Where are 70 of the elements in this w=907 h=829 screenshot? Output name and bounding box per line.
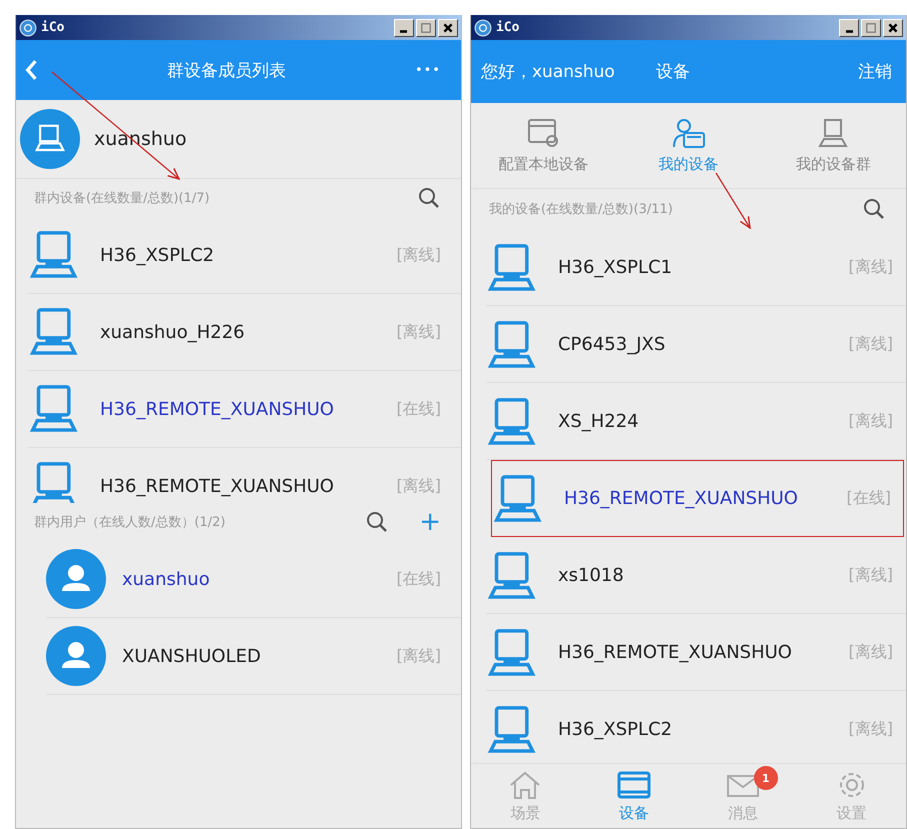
back-icon[interactable] xyxy=(24,59,38,81)
close-button[interactable] xyxy=(883,18,903,36)
status-label: [离线] xyxy=(396,322,441,342)
status-label: [离线] xyxy=(848,334,893,355)
unread-badge: 1 xyxy=(754,766,778,790)
user-avatar-icon xyxy=(46,549,106,609)
section-label: 我的设备(在线数量/总数)(3/11) xyxy=(488,201,674,218)
device-name: xuanshuo_H226 xyxy=(100,322,246,342)
maximize-button[interactable] xyxy=(416,18,436,36)
minimize-icon xyxy=(846,30,852,33)
status-label: [在线] xyxy=(846,488,891,509)
device-name: H36_XSPLC1 xyxy=(558,257,674,278)
status-label: [离线] xyxy=(848,257,893,278)
status-label: [离线] xyxy=(848,565,893,586)
status-label: [离线] xyxy=(848,642,893,663)
device-list-item[interactable]: H36_XSPLC1 [离线] xyxy=(484,229,906,306)
maximize-button[interactable] xyxy=(861,18,881,36)
status-label: [离线] xyxy=(396,244,441,266)
window-title: iCo xyxy=(41,20,64,35)
device-name: H36_REMOTE_XUANSHUO xyxy=(100,476,335,496)
status-label: [离线] xyxy=(848,411,893,432)
app-logo-icon xyxy=(19,18,37,36)
device-name: H36_REMOTE_XUANSHUO xyxy=(100,398,335,420)
close-button[interactable] xyxy=(438,18,458,36)
device-list-item[interactable]: XS_H224 [离线] xyxy=(484,383,906,460)
search-icon[interactable] xyxy=(416,186,441,210)
user-name: XUANSHUOLED xyxy=(122,646,262,666)
status-label: [离线] xyxy=(396,646,441,666)
maximize-icon xyxy=(420,22,432,34)
device-list-item[interactable]: xuanshuo_H226 [离线] xyxy=(28,294,461,371)
status-label: [在线] xyxy=(396,568,441,590)
search-icon[interactable] xyxy=(365,510,390,534)
section-label: 群内用户（在线人数/总数）(1/2) xyxy=(34,514,226,531)
device-list-item[interactable]: H36_REMOTE_XUANSHUO [在线] xyxy=(28,371,461,448)
app-logo-icon xyxy=(474,18,492,36)
section-label: 群内设备(在线数量/总数)(1/7) xyxy=(34,190,211,207)
status-label: [离线] xyxy=(848,719,893,740)
device-list-item[interactable]: CP6453_JXS [离线] xyxy=(484,306,906,383)
device-list-item[interactable]: H36_REMOTE_XUANSHUO [离线] xyxy=(28,448,461,503)
close-icon xyxy=(442,22,454,34)
device-name: H36_REMOTE_XUANSHUO xyxy=(564,488,799,509)
user-name: xuanshuo xyxy=(122,568,211,590)
device-name: H36_REMOTE_XUANSHUO xyxy=(558,642,793,663)
window-title: iCo xyxy=(496,20,520,35)
status-label: [离线] xyxy=(396,476,441,496)
device-list-item[interactable]: xs1018 [离线] xyxy=(484,537,906,614)
device-name: CP6453_JXS xyxy=(558,334,666,355)
device-list-item[interactable]: H36_REMOTE_XUANSHUO [在线] xyxy=(490,460,904,537)
device-name: H36_XSPLC2 xyxy=(558,719,674,740)
user-list-item[interactable]: XUANSHUOLED [离线] xyxy=(46,618,461,695)
device-name: xs1018 xyxy=(558,565,625,586)
user-avatar-icon xyxy=(46,626,106,686)
status-label: [在线] xyxy=(396,398,441,420)
window-icon xyxy=(616,770,652,800)
device-name: H36_XSPLC2 xyxy=(100,244,216,266)
close-icon xyxy=(887,22,899,34)
maximize-icon xyxy=(865,22,877,34)
device-list-item[interactable]: H36_XSPLC2 [离线] xyxy=(28,217,461,294)
device-name: XS_H224 xyxy=(558,411,640,432)
minimize-button[interactable] xyxy=(839,18,859,36)
device-list-item[interactable]: H36_XSPLC2 [离线] xyxy=(484,691,906,763)
minimize-icon xyxy=(400,30,408,33)
greeting-text: 您好，xuanshuo xyxy=(480,61,616,83)
header-title: 群设备成员列表 xyxy=(166,60,287,82)
minimize-button[interactable] xyxy=(394,18,414,36)
user-list-item[interactable]: xuanshuo [在线] xyxy=(46,541,461,618)
header-title: 设备 xyxy=(656,61,690,83)
search-icon[interactable] xyxy=(862,197,886,221)
nav-tab[interactable]: 1 消息 xyxy=(688,764,798,828)
device-list-item[interactable]: H36_REMOTE_XUANSHUO [离线] xyxy=(484,614,906,691)
